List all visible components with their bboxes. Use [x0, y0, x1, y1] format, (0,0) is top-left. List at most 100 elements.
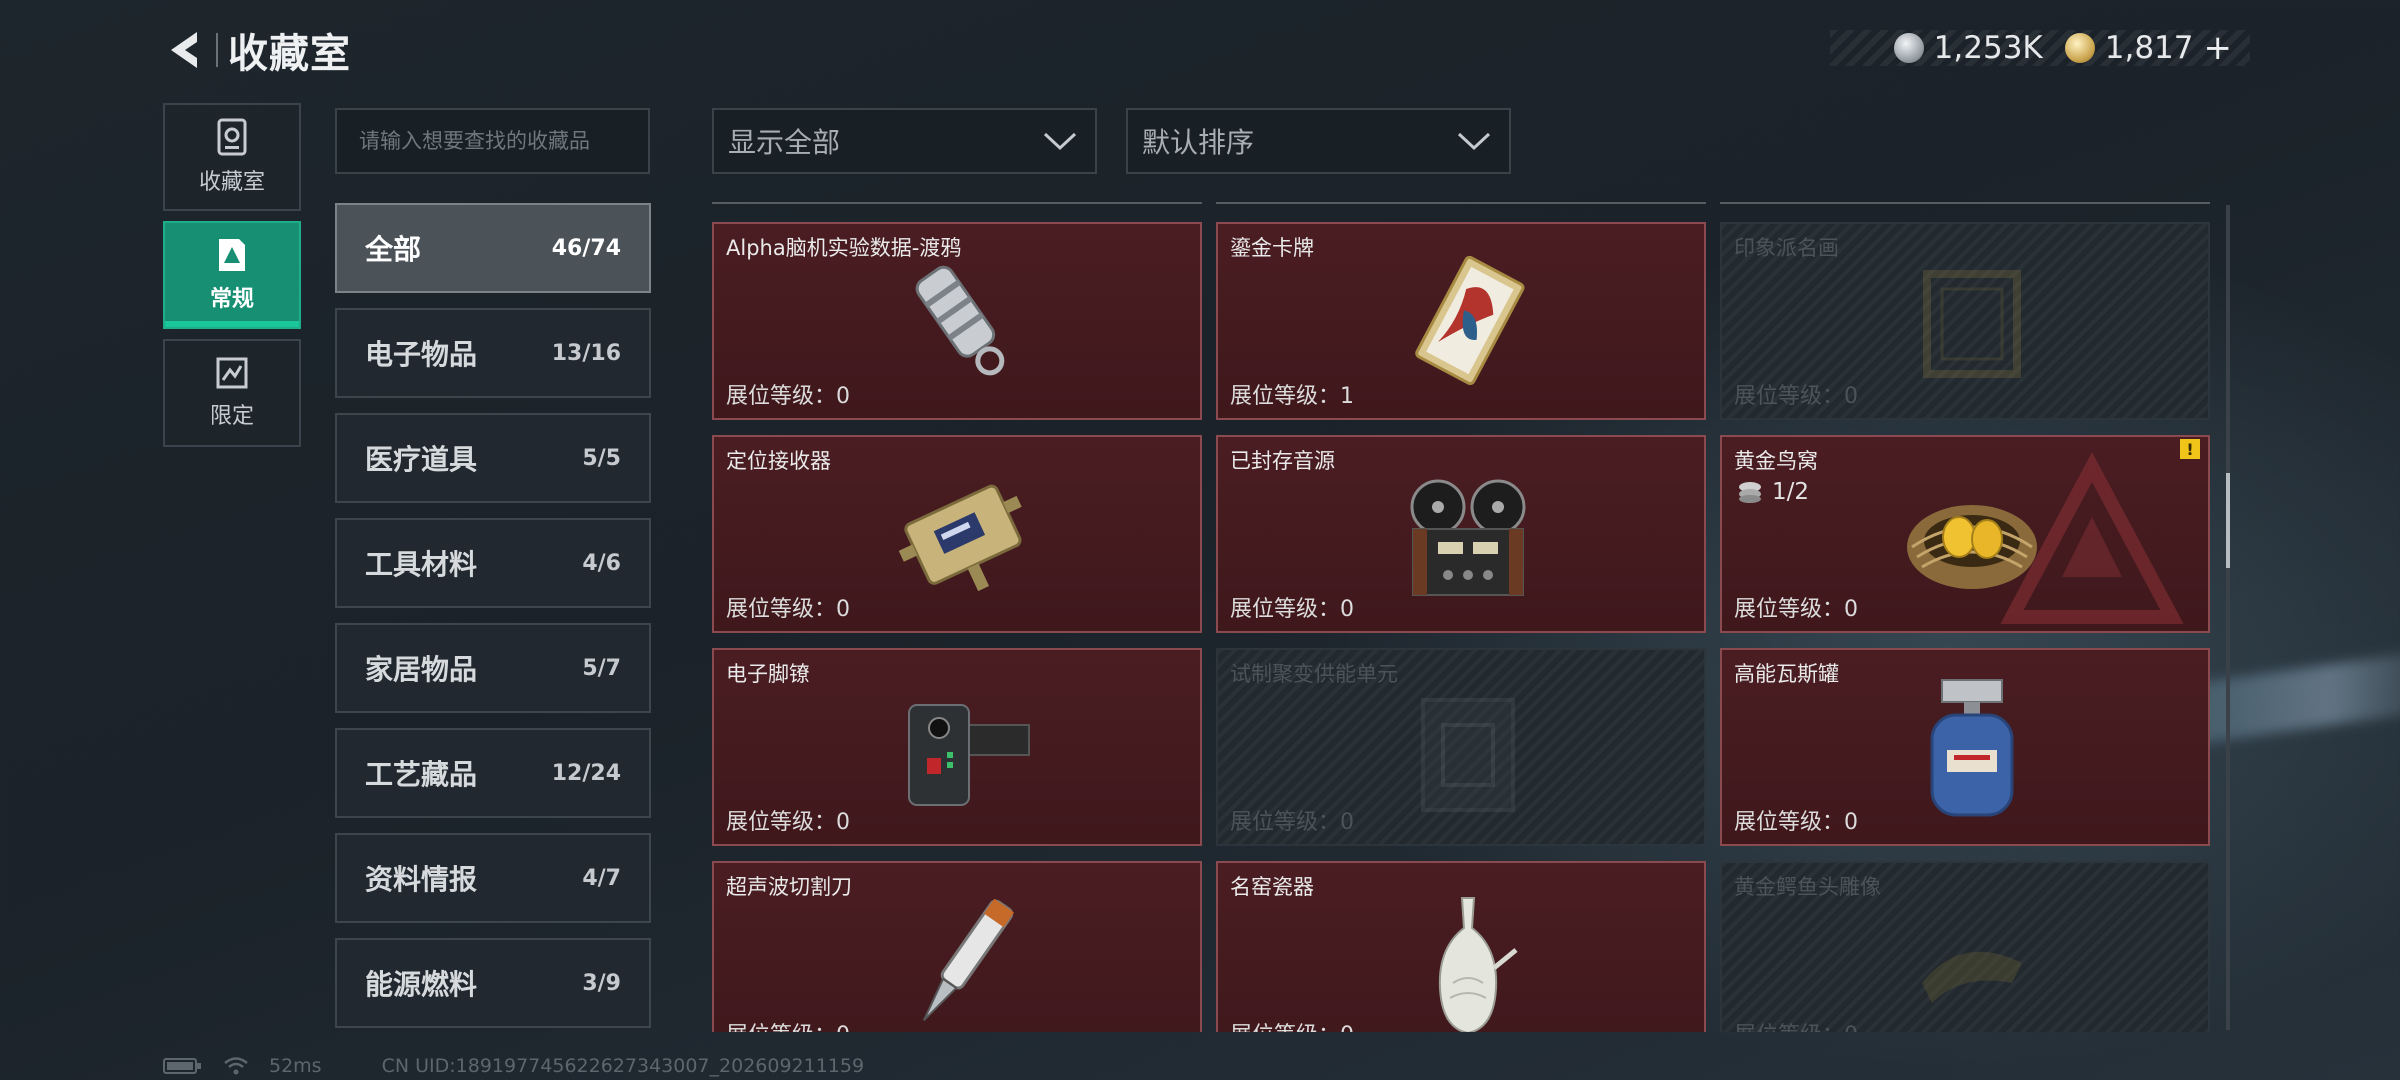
booth-level: 展位等级：0: [726, 1017, 850, 1032]
sort-value: 默认排序: [1142, 126, 1255, 159]
fusion-unit-icon: [1388, 675, 1548, 825]
card-edge: [1720, 202, 2210, 206]
data-cylinder-icon: [884, 249, 1044, 399]
category-count: 3/9: [582, 970, 621, 996]
category-medical[interactable]: 医疗道具 5/5: [335, 413, 651, 503]
nav-item-label: 收藏室: [198, 170, 265, 195]
painting-icon: [1892, 249, 2052, 399]
category-all[interactable]: 全部 46/74: [335, 203, 651, 293]
collection-card[interactable]: 黄金鸟窝 1/2 ! 展位等级：0: [1720, 435, 2210, 633]
collection-card[interactable]: 高能瓦斯罐 展位等级：0: [1720, 648, 2210, 846]
category-name: 电子物品: [365, 338, 478, 371]
show-filter-dropdown[interactable]: 显示全部: [712, 108, 1097, 174]
cutter-icon: [884, 888, 1044, 1032]
booth-level: 展位等级：0: [1230, 597, 1354, 622]
header: 收藏室: [160, 20, 351, 80]
booth-level: 展位等级：1: [1230, 384, 1354, 409]
category-crafts[interactable]: 工艺藏品 12/24: [335, 728, 651, 818]
header-divider: [216, 33, 218, 67]
card-edge: [712, 202, 1202, 206]
category-household[interactable]: 家居物品 5/7: [335, 623, 651, 713]
croc-statue-icon: [1892, 888, 2052, 1032]
golden-nest-icon: [1892, 462, 2052, 612]
scrollbar-thumb[interactable]: [2226, 473, 2230, 568]
category-electronics[interactable]: 电子物品 13/16: [335, 308, 651, 398]
category-count: 5/7: [582, 655, 621, 681]
currency-bar: 1,253K 1,817 +: [1830, 28, 2250, 68]
gold-coin-icon: [2064, 33, 2095, 63]
warning-badge: !: [2180, 439, 2200, 459]
gold-amount: 1,817: [2104, 30, 2194, 66]
nav-item-vault[interactable]: 收藏室: [163, 103, 301, 211]
booth-level: 展位等级：0: [726, 597, 850, 622]
collection-card[interactable]: 电子脚镣 展位等级：0: [712, 648, 1202, 846]
porcelain-vase-icon: [1388, 888, 1548, 1032]
card-edge: [1216, 202, 1706, 206]
category-count: 13/16: [551, 340, 621, 366]
booth-level: 展位等级：0: [726, 384, 850, 409]
receiver-icon: [884, 462, 1044, 612]
collection-card[interactable]: 名窑瓷器 展位等级：0: [1216, 861, 1706, 1032]
category-name: 能源燃料: [365, 968, 478, 1001]
booth-level: 展位等级：0: [1734, 1017, 1858, 1032]
collection-card[interactable]: 试制聚变供能单元 展位等级：0: [1216, 648, 1706, 846]
collection-card[interactable]: 鎏金卡牌 展位等级：1: [1216, 222, 1706, 420]
uid-text: CN UID:1891977456226273430​07_2026092111…: [381, 1055, 865, 1077]
item-name: 黄金鳄鱼头雕像: [1734, 875, 1881, 899]
collection-card[interactable]: 定位接收器 展位等级：0: [712, 435, 1202, 633]
collection-card[interactable]: 已封存音源 展位等级：0: [1216, 435, 1706, 633]
category-name: 全部: [365, 233, 422, 266]
collection-card[interactable]: 黄金鳄鱼头雕像 展位等级：0: [1720, 861, 2210, 1032]
gas-canister-icon: [1892, 675, 2052, 825]
category-name: 工艺藏品: [365, 758, 478, 791]
silver-amount: 1,253K: [1933, 30, 2043, 66]
category-list: 全部 46/74 电子物品 13/16 医疗道具 5/5 工具材料 4/6 家居…: [335, 203, 651, 1043]
sort-dropdown[interactable]: 默认排序: [1126, 108, 1511, 174]
add-currency-button[interactable]: +: [2204, 28, 2233, 68]
item-name: 鎏金卡牌: [1230, 236, 1314, 260]
nav-item-regular[interactable]: 常规: [163, 221, 301, 329]
category-count: 46/74: [551, 235, 621, 261]
search-input[interactable]: [335, 108, 650, 174]
page-title: 收藏室: [228, 31, 351, 77]
vault-icon: [217, 118, 247, 156]
show-filter-value: 显示全部: [728, 126, 841, 159]
category-name: 家居物品: [365, 653, 478, 686]
category-intel[interactable]: 资料情报 4/7: [335, 833, 651, 923]
back-button[interactable]: [160, 25, 210, 75]
nav-item-label: 限定: [209, 404, 254, 429]
booth-level: 展位等级：0: [1230, 810, 1354, 835]
gold-currency: 1,817 +: [2064, 28, 2233, 68]
nav-item-label: 常规: [209, 287, 254, 312]
item-name: 试制聚变供能单元: [1230, 662, 1398, 686]
item-name: 定位接收器: [726, 449, 831, 473]
tape-recorder-icon: [1388, 462, 1548, 612]
category-tools[interactable]: 工具材料 4/6: [335, 518, 651, 608]
back-arrow-icon: [171, 32, 197, 68]
category-count: 12/24: [551, 760, 621, 786]
item-name: 印象派名画: [1734, 236, 1839, 260]
item-name: 电子脚镣: [726, 662, 810, 686]
grid-scrollbar[interactable]: [2226, 205, 2230, 1030]
category-name: 医疗道具: [365, 443, 478, 476]
collection-card[interactable]: 超声波切割刀 展位等级：0: [712, 861, 1202, 1032]
progress-value: 1/2: [1772, 479, 1810, 505]
nav-item-limited[interactable]: 限定: [163, 339, 301, 447]
wifi-icon: [224, 1057, 248, 1075]
booth-level: 展位等级：0: [726, 810, 850, 835]
item-name: 名窑瓷器: [1230, 875, 1314, 899]
collection-card[interactable]: 印象派名画 展位等级：0: [1720, 222, 2210, 420]
chevron-down-icon: [1457, 132, 1491, 151]
ankle-monitor-icon: [884, 675, 1044, 825]
stack-icon: [1739, 482, 1761, 503]
collection-card[interactable]: Alpha脑机实验数据-渡鸦 展位等级：0: [712, 222, 1202, 420]
item-name: 已封存音源: [1230, 449, 1335, 473]
booth-level: 展位等级：0: [1734, 810, 1858, 835]
status-footer: 52ms CN UID:1891977456226273430​07_20260…: [163, 1055, 864, 1077]
category-name: 资料情报: [365, 863, 478, 896]
category-count: 5/5: [582, 445, 621, 471]
item-name: 黄金鸟窝: [1734, 449, 1818, 473]
item-name: 高能瓦斯罐: [1734, 662, 1839, 686]
category-fuel[interactable]: 能源燃料 3/9: [335, 938, 651, 1028]
left-nav: 收藏室 常规 限定: [163, 103, 301, 457]
